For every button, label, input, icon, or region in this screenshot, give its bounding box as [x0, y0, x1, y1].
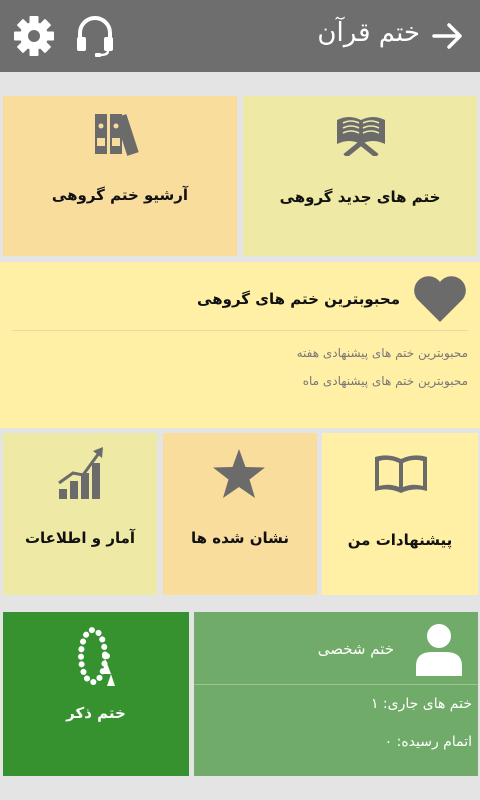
zikr-khatm-tile[interactable]: ختم ذکر: [3, 612, 189, 776]
page-title: ختم قرآن: [317, 18, 420, 48]
zikr-khatm-label: ختم ذکر: [66, 704, 126, 722]
headphones-icon[interactable]: [74, 13, 116, 57]
quran-book-icon: [333, 112, 389, 156]
my-suggestions-label: پیشنهادات من: [347, 531, 453, 549]
favorites-panel[interactable]: محبوبترین ختم های گروهی محبوبترین ختم ها…: [0, 262, 480, 428]
bar-chart-icon: [57, 445, 107, 501]
completed-khatms-count: اتمام رسیده: ۰: [384, 734, 472, 750]
group-khatm-archive-tile[interactable]: آرشیو ختم گروهی: [3, 96, 237, 256]
favorites-title: محبوبترین ختم های گروهی: [197, 290, 400, 308]
divider: [12, 330, 468, 331]
current-khatms-count: ختم های جاری: ۱: [370, 696, 472, 712]
stats-tile[interactable]: آمار و اطلاعات: [3, 433, 157, 595]
star-icon: [211, 447, 267, 501]
bookmarked-tile[interactable]: نشان شده ها: [163, 433, 317, 595]
personal-khatm-title: ختم شخصی: [317, 640, 394, 658]
my-suggestions-tile[interactable]: پیشنهادات من: [322, 433, 478, 595]
new-group-khatm-label: ختم های جدید گروهی: [279, 188, 441, 206]
app-bar: ختم قرآن: [0, 0, 480, 72]
prayer-beads-icon: [73, 624, 123, 694]
personal-khatm-tile[interactable]: ختم شخصی ختم های جاری: ۱ اتمام رسیده: ۰: [194, 612, 478, 776]
favorites-month-link[interactable]: محبوبترین ختم های پیشنهادی ماه: [303, 374, 468, 388]
person-icon: [414, 622, 464, 676]
new-group-khatm-tile[interactable]: ختم های جدید گروهی: [243, 96, 477, 256]
binders-icon: [93, 110, 149, 156]
bookmarked-label: نشان شده ها: [190, 529, 290, 547]
open-book-icon: [372, 453, 430, 497]
archive-label: آرشیو ختم گروهی: [51, 186, 189, 204]
favorites-week-link[interactable]: محبوبترین ختم های پیشنهادی هفته: [297, 346, 468, 360]
heart-icon: [412, 274, 468, 324]
gear-icon[interactable]: [12, 14, 56, 58]
stats-label: آمار و اطلاعات: [24, 529, 136, 547]
arrow-right-icon[interactable]: [428, 16, 468, 56]
divider: [194, 684, 478, 685]
